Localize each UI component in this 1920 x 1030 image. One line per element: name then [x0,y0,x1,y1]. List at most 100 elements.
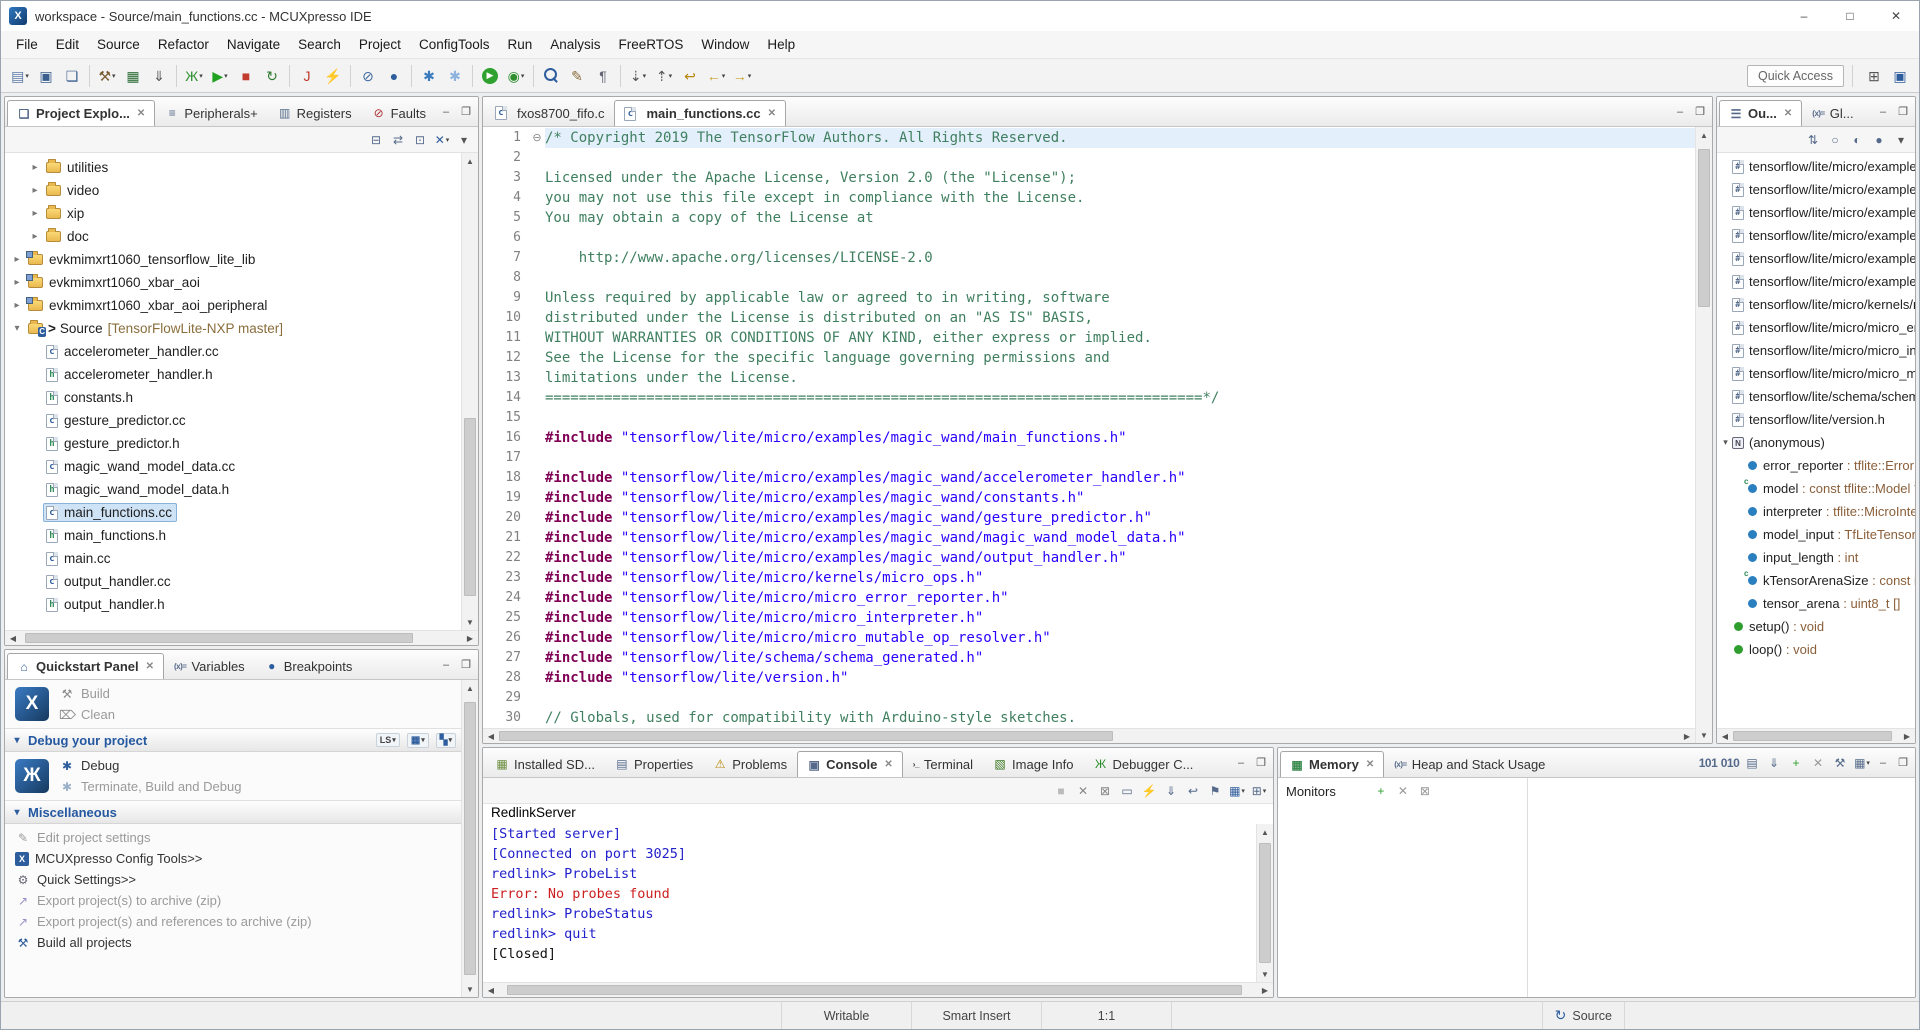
tree-item-main-functions-cc[interactable]: cmain_functions.cc [5,501,461,524]
section-header-miscellaneous[interactable]: ▾Miscellaneous [5,800,461,824]
import-memory-icon[interactable]: ⇓ [1764,753,1784,773]
menu-search[interactable]: Search [289,33,350,56]
freeze-icon[interactable]: ✱ [417,64,441,88]
close-icon[interactable]: ✕ [137,108,145,119]
console-tab-terminal[interactable]: ›_Terminal [903,750,983,777]
section-header-debug-your-project[interactable]: ▾Debug your projectLS▾▦▾▚▾ [5,728,461,752]
thaw-icon[interactable]: ✱ [443,64,467,88]
menu-help[interactable]: Help [758,33,804,56]
maximize-view-icon[interactable]: ❐ [456,105,476,118]
close-icon[interactable]: ✕ [1784,108,1792,119]
debug-control-ls[interactable]: LS▾ [376,733,400,747]
open-console-icon[interactable]: ⊞▾ [1249,781,1269,801]
tree-item-main-functions-h[interactable]: hmain_functions.h [5,524,461,547]
scroll-up-icon[interactable]: ▲ [1696,127,1712,143]
quickstart-tab-quickstart-panel[interactable]: ⌂Quickstart Panel✕ [7,653,164,680]
quickstart-item-clean[interactable]: ⌦Clean [59,704,115,725]
minimize-view-icon[interactable]: – [1873,757,1893,769]
run-icon[interactable]: ▶▾ [208,64,232,88]
add-monitor-icon[interactable]: + [1371,781,1391,801]
menu-freertos[interactable]: FreeRTOS [610,33,693,56]
outline-item-loop[interactable]: loop() : void [1717,638,1915,661]
import-icon[interactable]: ⇓ [147,64,171,88]
show-whitespace-icon[interactable]: ¶ [591,64,615,88]
maximize-button[interactable]: □ [1827,1,1873,31]
scroll-up-icon[interactable]: ▲ [462,153,478,169]
close-icon[interactable]: ✕ [1366,759,1374,770]
restart-icon[interactable]: ↻ [260,64,284,88]
tree-item-gesture-predictor-h[interactable]: hgesture_predictor.h [5,432,461,455]
prev-annotation-icon[interactable]: ⇡▾ [652,64,676,88]
project-tree-hscrollbar[interactable]: ◀ ▶ [5,630,478,645]
memory-tab-heap-and-stack-usage[interactable]: (x)=Heap and Stack Usage [1384,750,1555,777]
quickstart-tab-variables[interactable]: (x)=Variables [164,652,255,679]
scroll-thumb[interactable] [25,633,413,643]
remove-all-terminated-icon[interactable]: ⊠ [1095,781,1115,801]
link-memory-icon[interactable]: ▤ [1742,753,1762,773]
outline-list[interactable]: #tensorflow/lite/micro/examples/magic_wa… [1717,153,1915,728]
tree-item-main-cc[interactable]: cmain.cc [5,547,461,570]
save-all-icon[interactable]: ❏ [60,64,84,88]
outline-tab-gl[interactable]: (x)=Gl... [1802,99,1863,126]
scroll-up-icon[interactable]: ▲ [1257,824,1273,840]
outline-item-model-input[interactable]: model_input : TfLiteTensor * [1717,523,1915,546]
scroll-thumb[interactable] [464,702,476,976]
editor-vscrollbar[interactable]: ▲ ▼ [1695,127,1712,743]
outline-hscrollbar[interactable]: ◀ ▶ [1717,728,1915,743]
toggle-split-icon[interactable]: 010 [1720,753,1740,773]
outline-item-tensorflow-lite-micro-examples-magic-wand-[interactable]: #tensorflow/lite/micro/examples/magic_wa… [1717,155,1915,178]
editor-tab-main-functions-cc[interactable]: cmain_functions.cc✕ [614,100,786,127]
mcux-filter-icon[interactable]: ✕▾ [432,130,452,150]
scroll-thumb[interactable] [499,731,1113,741]
console-vscrollbar[interactable]: ▲ ▼ [1256,824,1273,982]
scroll-down-icon[interactable]: ▼ [462,981,478,997]
scroll-right-icon[interactable]: ▶ [1257,983,1273,997]
outline-item-tensorflow-lite-micro-micro-error-reporter[interactable]: #tensorflow/lite/micro/micro_error_repor… [1717,316,1915,339]
fold-marker-icon[interactable]: ⊖ [529,128,545,148]
outline-item-tensorflow-lite-micro-examples-magic-wand-[interactable]: #tensorflow/lite/micro/examples/magic_wa… [1717,201,1915,224]
scroll-track[interactable] [499,983,1257,997]
menu-project[interactable]: Project [350,33,410,56]
tree-item-magic-wand-model-data-cc[interactable]: cmagic_wand_model_data.cc [5,455,461,478]
editor-hscrollbar[interactable]: ◀ ▶ [483,728,1695,743]
cpp-perspective-icon[interactable]: ▣ [1888,64,1912,88]
quickstart-item-debug[interactable]: ✱Debug [59,755,241,776]
console-tab-image-info[interactable]: ▧Image Info [983,750,1083,777]
outline-item-tensorflow-lite-micro-micro-interpreter-h[interactable]: #tensorflow/lite/micro/micro_interpreter… [1717,339,1915,362]
terminate-process-icon[interactable]: ■ [1051,781,1071,801]
remove-launch-icon[interactable]: ✕ [1073,781,1093,801]
word-wrap-icon[interactable]: ↩ [1183,781,1203,801]
display-console-icon[interactable]: ▦▾ [1227,781,1247,801]
project-tree[interactable]: ▸utilities▸video▸xip▸doc▸evkmimxrt1060_t… [5,153,461,630]
tree-item-constants-h[interactable]: hconstants.h [5,386,461,409]
tree-item-utilities[interactable]: ▸utilities [5,156,461,179]
console-tab-debugger-c[interactable]: ЖDebugger C... [1083,750,1203,777]
minimize-view-icon[interactable]: – [436,659,456,671]
quickstart-item-export-project-s-to-archive-zip[interactable]: ↗Export project(s) to archive (zip) [5,890,461,911]
minimize-view-icon[interactable]: – [1873,106,1893,118]
monitors-list[interactable] [1278,804,1527,997]
chevron-icon[interactable]: ▸ [27,231,43,242]
minimize-view-icon[interactable]: – [436,106,456,118]
menu-analysis[interactable]: Analysis [541,33,609,56]
remove-all-monitors-icon[interactable]: ⊠ [1415,781,1435,801]
menu-refactor[interactable]: Refactor [149,33,218,56]
scroll-track[interactable] [1257,840,1273,966]
quickstart-tab-breakpoints[interactable]: ●Breakpoints [255,652,363,679]
quickstart-item-quick-settings[interactable]: ⚙Quick Settings>> [5,869,461,890]
terminate-icon[interactable]: ■ [234,64,258,88]
menu-edit[interactable]: Edit [47,33,88,56]
console-tab-console[interactable]: ▣Console✕ [797,751,903,778]
scroll-thumb[interactable] [1259,843,1271,964]
attach-probe-icon[interactable]: ⚡ [321,64,345,88]
outline-item-input-length[interactable]: input_length : int [1717,546,1915,569]
outline-item-ktensorarenasize[interactable]: kTensorArenaSize : const int [1717,569,1915,592]
chevron-icon[interactable]: ▸ [9,300,25,311]
quickstart-item-build-all-projects[interactable]: ⚒Build all projects [5,932,461,953]
new-project-icon[interactable]: ▦ [121,64,145,88]
menu-window[interactable]: Window [692,33,758,56]
explorer-tab-project-explo[interactable]: ❏Project Explo...✕ [7,100,155,127]
view-menu-icon[interactable]: ▾ [1891,130,1911,150]
scroll-down-icon[interactable]: ▼ [462,614,478,630]
forward-icon[interactable]: →▾ [730,64,754,88]
